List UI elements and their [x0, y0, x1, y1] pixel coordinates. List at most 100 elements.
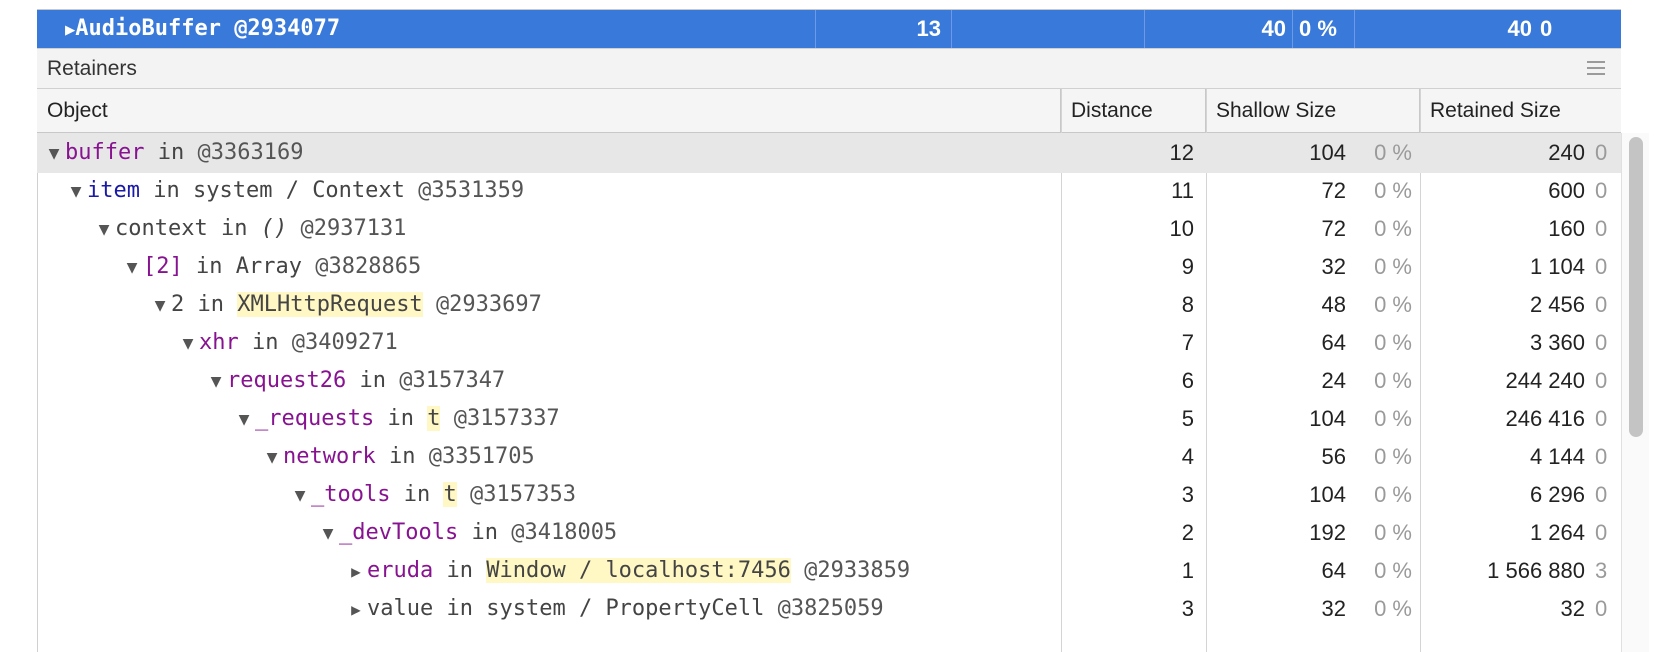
tree-row-distance: 5: [1181, 406, 1194, 431]
selected-object-retained-size: 40: [1507, 16, 1532, 41]
tree-row-distance: 6: [1181, 368, 1194, 393]
panel-menu-icon[interactable]: [1587, 61, 1605, 79]
column-header-row: Object Distance Shallow Size Retained Si…: [37, 89, 1621, 133]
tree-row-object[interactable]: ▼ context in () @2937131: [37, 209, 1061, 249]
tree-row-object[interactable]: ▼ [2] in Array @3828865: [37, 247, 1061, 287]
tree-row[interactable]: ▼ 2 in XMLHttpRequest @2933697 8 48 0 % 2…: [37, 285, 1621, 325]
tree-row-shallow-percent: 0 %: [1374, 368, 1412, 393]
tree-row-retained-size: 4 144: [1529, 444, 1585, 469]
retainers-title: Retainers: [47, 57, 137, 80]
tree-row-shallow-size: 32: [1321, 254, 1346, 279]
tree-row-object[interactable]: ▼ _devTools in @3418005: [37, 513, 1061, 553]
tree-row-shallow-percent: 0 %: [1374, 520, 1412, 545]
tree-row-retained-size: 240: [1548, 140, 1585, 165]
scrollbar-thumb[interactable]: [1629, 137, 1643, 437]
retainers-panel-header: Retainers: [37, 48, 1621, 89]
collapse-triangle-icon[interactable]: ▼: [121, 248, 143, 288]
tree-row-shallow-size: 48: [1321, 292, 1346, 317]
tree-row-shallow-size: 64: [1321, 558, 1346, 583]
tree-row[interactable]: ▼ [2] in Array @3828865 9 32 0 % 1 104 0: [37, 247, 1621, 287]
tree-row-object[interactable]: ▼ xhr in @3409271: [37, 323, 1061, 363]
tree-row-distance: 11: [1171, 178, 1194, 203]
tree-row-retained-percent: 0: [1595, 330, 1608, 355]
tree-row-shallow-percent: 0 %: [1374, 292, 1412, 317]
collapse-triangle-icon[interactable]: ▼: [149, 286, 171, 326]
tree-row-retained-size: 244 240: [1505, 368, 1585, 393]
collapse-triangle-icon[interactable]: ▼: [177, 324, 199, 364]
tree-row-shallow-percent: 0 %: [1374, 482, 1412, 507]
tree-row-object[interactable]: ▶ eruda in Window / localhost:7456 @29338…: [37, 551, 1061, 591]
column-header-distance[interactable]: Distance: [1061, 89, 1206, 133]
tree-row-distance: 3: [1181, 596, 1194, 621]
collapse-triangle-icon[interactable]: ▼: [43, 134, 65, 174]
column-header-object[interactable]: Object: [37, 89, 1061, 133]
selected-object-shallow-percent: 0 %: [1293, 10, 1355, 48]
collapse-triangle-icon[interactable]: ▼: [317, 514, 339, 554]
tree-row-retained-size: 1 264: [1529, 520, 1585, 545]
tree-row-retained-percent: 0: [1595, 482, 1608, 507]
tree-row-distance: 3: [1181, 482, 1194, 507]
tree-row-object[interactable]: ▼ _tools in t @3157353: [37, 475, 1061, 515]
tree-row-retained-size: 600: [1548, 178, 1585, 203]
tree-row-object[interactable]: ▼ network in @3351705: [37, 437, 1061, 477]
tree-row-shallow-percent: 0 %: [1374, 178, 1412, 203]
tree-row-retained-percent: 0: [1595, 596, 1608, 621]
tree-row[interactable]: ▼ _requests in t @3157337 5 104 0 % 246 4…: [37, 399, 1621, 439]
tree-row-shallow-percent: 0 %: [1374, 596, 1412, 621]
collapse-triangle-icon[interactable]: ▼: [261, 438, 283, 478]
collapse-triangle-icon[interactable]: ▼: [233, 400, 255, 440]
tree-row-shallow-size: 24: [1321, 368, 1346, 393]
selected-object-name: AudioBuffer @2934077: [75, 16, 341, 41]
tree-row-retained-percent: 0: [1595, 178, 1608, 203]
tree-row-retained-size: 246 416: [1505, 406, 1585, 431]
selected-object-empty-cell: [952, 10, 1145, 48]
selected-object-row[interactable]: ▶AudioBuffer @2934077 13 40 0 % 40 0: [37, 0, 1621, 48]
tree-row[interactable]: ▶ eruda in Window / localhost:7456 @29338…: [37, 551, 1621, 591]
column-header-shallow-size[interactable]: Shallow Size: [1206, 89, 1420, 133]
tree-row[interactable]: ▼ network in @3351705 4 56 0 % 4 144 0: [37, 437, 1621, 477]
tree-row-object[interactable]: ▼ item in system / Context @3531359: [37, 171, 1061, 211]
tree-row-object[interactable]: ▼ 2 in XMLHttpRequest @2933697: [37, 285, 1061, 325]
vertical-scrollbar[interactable]: [1621, 133, 1649, 652]
selected-object-name-cell[interactable]: ▶AudioBuffer @2934077: [37, 10, 816, 48]
collapse-triangle-icon[interactable]: ▼: [65, 172, 87, 212]
tree-row-shallow-size: 72: [1321, 178, 1346, 203]
tree-row-shallow-percent: 0 %: [1374, 140, 1412, 165]
tree-row[interactable]: ▼ _tools in t @3157353 3 104 0 % 6 296 0: [37, 475, 1621, 515]
tree-row[interactable]: ▼ context in () @2937131 10 72 0 % 160 0: [37, 209, 1621, 249]
previous-row-sliver: [37, 0, 1621, 10]
tree-row-retained-size: 1 104: [1529, 254, 1585, 279]
tree-row-retained-percent: 3: [1595, 558, 1608, 583]
tree-row-retained-percent: 0: [1595, 292, 1608, 317]
left-gutter: [0, 0, 38, 652]
tree-row-object[interactable]: ▼ request26 in @3157347: [37, 361, 1061, 401]
column-header-retained-size[interactable]: Retained Size: [1420, 89, 1621, 133]
selected-object-bar[interactable]: ▶AudioBuffer @2934077 13 40 0 % 40 0: [37, 10, 1621, 48]
retainers-tree: ▼ buffer in @3363169 12 104 0 % 240 0 ▼ it…: [37, 133, 1621, 652]
tree-row[interactable]: ▼ buffer in @3363169 12 104 0 % 240 0: [37, 133, 1621, 173]
tree-row-shallow-size: 32: [1321, 596, 1346, 621]
tree-row[interactable]: ▶ value in system / PropertyCell @3825059…: [37, 589, 1621, 629]
tree-row[interactable]: ▼ _devTools in @3418005 2 192 0 % 1 264 0: [37, 513, 1621, 553]
tree-row-object[interactable]: ▶ value in system / PropertyCell @3825059: [37, 589, 1061, 629]
tree-row[interactable]: ▼ item in system / Context @3531359 11 72…: [37, 171, 1621, 211]
collapse-triangle-icon[interactable]: ▼: [289, 476, 311, 516]
tree-row-object[interactable]: ▼ buffer in @3363169: [37, 133, 1061, 173]
tree-row-distance: 12: [1169, 140, 1194, 165]
expand-triangle-icon[interactable]: ▶: [65, 20, 75, 40]
collapse-triangle-icon[interactable]: ▼: [93, 210, 115, 250]
expand-triangle-icon[interactable]: ▶: [345, 552, 367, 592]
collapse-triangle-icon[interactable]: ▼: [205, 362, 227, 402]
tree-row[interactable]: ▼ xhr in @3409271 7 64 0 % 3 360 0: [37, 323, 1621, 363]
expand-triangle-icon[interactable]: ▶: [345, 590, 367, 630]
tree-row-object[interactable]: ▼ _requests in t @3157337: [37, 399, 1061, 439]
tree-row-retained-size: 3 360: [1529, 330, 1585, 355]
tree-row-shallow-percent: 0 %: [1374, 254, 1412, 279]
tree-row[interactable]: ▼ request26 in @3157347 6 24 0 % 244 240 …: [37, 361, 1621, 401]
tree-row-retained-size: 1 566 880: [1487, 558, 1585, 583]
tree-row-retained-percent: 0: [1595, 368, 1608, 393]
tree-row-distance: 9: [1181, 254, 1194, 279]
tree-row-retained-percent: 0: [1595, 254, 1608, 279]
tree-row-shallow-size: 56: [1321, 444, 1346, 469]
tree-row-shallow-size: 64: [1321, 330, 1346, 355]
